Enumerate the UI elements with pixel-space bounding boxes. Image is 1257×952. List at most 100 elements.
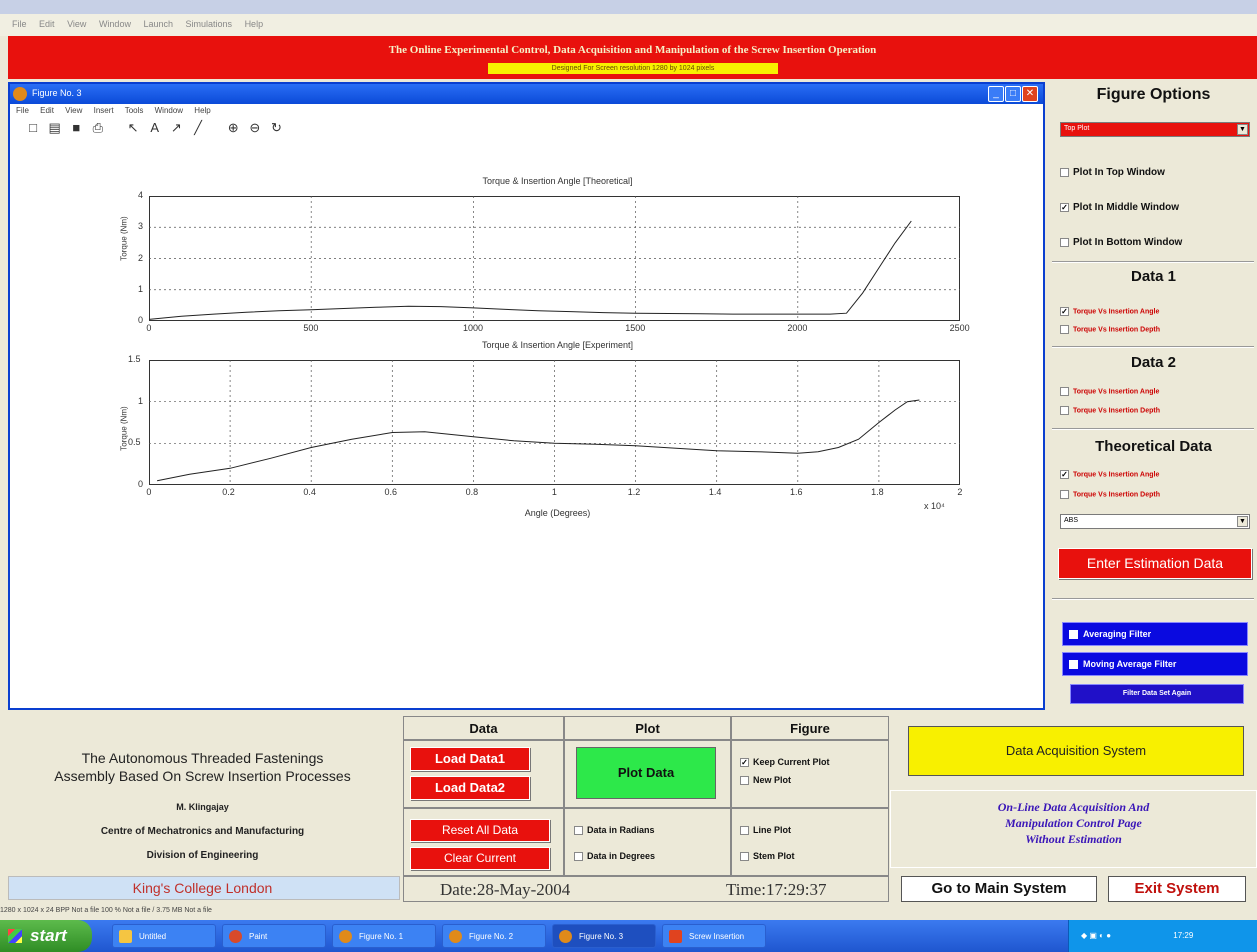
- degrees-label: Data in Degrees: [587, 851, 656, 861]
- figure-keep-box: [731, 740, 889, 808]
- minimize-icon[interactable]: _: [988, 86, 1004, 102]
- checkbox-icon[interactable]: [740, 776, 749, 786]
- taskbar-item[interactable]: Screw Insertion: [662, 924, 766, 948]
- checkbox-checked-icon[interactable]: ✓: [740, 758, 749, 768]
- print-icon[interactable]: ⎙: [89, 120, 107, 136]
- checkbox-icon[interactable]: [1069, 660, 1078, 670]
- menu-item[interactable]: File: [12, 19, 27, 29]
- checkbox-icon[interactable]: [1060, 387, 1069, 396]
- exit-button[interactable]: Exit System: [1108, 876, 1246, 902]
- go-main-button[interactable]: Go to Main System: [901, 876, 1097, 902]
- menu-item[interactable]: Edit: [39, 19, 55, 29]
- menu-item[interactable]: Launch: [143, 19, 173, 29]
- filter-again-button[interactable]: Filter Data Set Again: [1070, 684, 1244, 704]
- text-icon[interactable]: A: [146, 120, 164, 135]
- rotate-icon[interactable]: ↻: [268, 120, 286, 136]
- bottom-plot-axes[interactable]: [149, 360, 960, 485]
- checkbox-icon[interactable]: [1069, 630, 1078, 640]
- figure-menu-item[interactable]: View: [65, 106, 82, 115]
- checkbox-checked-icon[interactable]: ✓: [1060, 470, 1069, 479]
- y-tick-label: 1: [138, 283, 144, 294]
- checkbox-icon[interactable]: [1060, 325, 1069, 334]
- figure-select[interactable]: Top Plot ▼: [1060, 122, 1250, 137]
- enter-estimation-button[interactable]: Enter Estimation Data: [1058, 548, 1252, 579]
- line-plot-checkbox[interactable]: Line Plot: [740, 825, 791, 836]
- plot-bottom-checkbox[interactable]: Plot In Bottom Window: [1060, 237, 1182, 248]
- stem-plot-checkbox[interactable]: Stem Plot: [740, 851, 795, 862]
- checkbox-icon[interactable]: [574, 826, 583, 836]
- load-data1-button[interactable]: Load Data1: [410, 747, 530, 771]
- figure-menu-item[interactable]: File: [16, 106, 29, 115]
- banner-subtitle: Designed For Screen resolution 1280 by 1…: [488, 63, 778, 74]
- menu-item[interactable]: Help: [245, 19, 264, 29]
- line-icon[interactable]: ╱: [189, 120, 207, 136]
- save-icon[interactable]: ■: [67, 120, 85, 135]
- arrow-icon[interactable]: ↗: [167, 120, 185, 136]
- maximize-icon[interactable]: □: [1005, 86, 1021, 102]
- menu-item[interactable]: Simulations: [186, 19, 233, 29]
- tray-icons[interactable]: ◆ ▣ ◐ ●: [1081, 931, 1111, 940]
- chevron-down-icon[interactable]: ▼: [1237, 124, 1248, 135]
- theo-depth-checkbox[interactable]: Torque Vs Insertion Depth: [1060, 490, 1160, 499]
- checkbox-icon[interactable]: [574, 852, 583, 862]
- figure-menu-item[interactable]: Help: [194, 106, 210, 115]
- chevron-down-icon[interactable]: ▼: [1237, 516, 1248, 527]
- menu-item[interactable]: Window: [99, 19, 131, 29]
- checkbox-checked-icon[interactable]: ✓: [1060, 202, 1069, 212]
- plot-bottom-label: Plot In Bottom Window: [1073, 237, 1183, 248]
- zoom-in-icon[interactable]: ⊕: [224, 120, 242, 136]
- open-icon[interactable]: ▤: [46, 120, 64, 136]
- load-data2-button[interactable]: Load Data2: [410, 776, 530, 800]
- checkbox-checked-icon[interactable]: ✓: [1060, 307, 1069, 316]
- taskbar-item-active[interactable]: Figure No. 3: [552, 924, 656, 948]
- plot-middle-checkbox[interactable]: ✓ Plot In Middle Window: [1060, 202, 1179, 213]
- moving-average-filter-button[interactable]: Moving Average Filter: [1062, 652, 1248, 676]
- figure-menu-item[interactable]: Edit: [40, 106, 54, 115]
- averaging-filter-button[interactable]: Averaging Filter: [1062, 622, 1248, 646]
- reset-all-button[interactable]: Reset All Data: [410, 819, 550, 842]
- checkbox-icon[interactable]: [1060, 237, 1069, 247]
- checkbox-icon[interactable]: [1060, 167, 1069, 177]
- screen: File Edit View Window Launch Simulations…: [0, 0, 1257, 952]
- degrees-checkbox[interactable]: Data in Degrees: [574, 851, 656, 862]
- y-tick-label: 0: [138, 315, 144, 325]
- data1-angle-checkbox[interactable]: ✓ Torque Vs Insertion Angle: [1060, 307, 1159, 316]
- figure-menu-item[interactable]: Insert: [94, 106, 114, 115]
- menu-item[interactable]: View: [67, 19, 86, 29]
- clear-current-button[interactable]: Clear Current: [410, 847, 550, 870]
- task-label: Untitled: [139, 932, 167, 941]
- plot-data-button[interactable]: Plot Data: [576, 747, 716, 799]
- start-button[interactable]: start: [0, 920, 92, 952]
- figure-menu-item[interactable]: Tools: [125, 106, 144, 115]
- theo-angle-checkbox[interactable]: ✓ Torque Vs Insertion Angle: [1060, 470, 1159, 479]
- plot-top-checkbox[interactable]: Plot In Top Window: [1060, 167, 1165, 178]
- checkbox-icon[interactable]: [740, 852, 749, 862]
- theoretical-select[interactable]: ABS ▼: [1060, 514, 1250, 529]
- checkbox-icon[interactable]: [1060, 490, 1069, 499]
- taskbar-item[interactable]: Figure No. 2: [442, 924, 546, 948]
- new-icon[interactable]: □: [24, 120, 42, 135]
- keep-plot-checkbox[interactable]: ✓ Keep Current Plot: [740, 757, 830, 768]
- theoretical-heading: Theoretical Data: [1095, 438, 1212, 455]
- pointer-icon[interactable]: ↖: [124, 120, 142, 136]
- divider: [1052, 346, 1254, 348]
- taskbar-item[interactable]: Figure No. 1: [332, 924, 436, 948]
- zoom-out-icon[interactable]: ⊖: [246, 120, 264, 136]
- taskbar-item[interactable]: Untitled: [112, 924, 216, 948]
- top-plot-axes[interactable]: [149, 196, 960, 321]
- data-header: Data: [469, 721, 498, 736]
- figure-menu-item[interactable]: Window: [155, 106, 183, 115]
- checkbox-icon[interactable]: [1060, 406, 1069, 415]
- data2-angle-checkbox[interactable]: Torque Vs Insertion Angle: [1060, 387, 1159, 396]
- x-tick-label: 1.6: [790, 487, 803, 497]
- close-icon[interactable]: ✕: [1022, 86, 1038, 102]
- college-name: King's College London: [132, 880, 273, 896]
- checkbox-icon[interactable]: [740, 826, 749, 836]
- data2-depth-checkbox[interactable]: Torque Vs Insertion Depth: [1060, 406, 1160, 415]
- data-acquisition-button[interactable]: Data Acquisition System: [908, 726, 1244, 776]
- taskbar-item[interactable]: Paint: [222, 924, 326, 948]
- new-plot-checkbox[interactable]: New Plot: [740, 775, 791, 786]
- radians-checkbox[interactable]: Data in Radians: [574, 825, 655, 836]
- windows-logo-icon: [8, 929, 22, 943]
- data1-depth-checkbox[interactable]: Torque Vs Insertion Depth: [1060, 325, 1160, 334]
